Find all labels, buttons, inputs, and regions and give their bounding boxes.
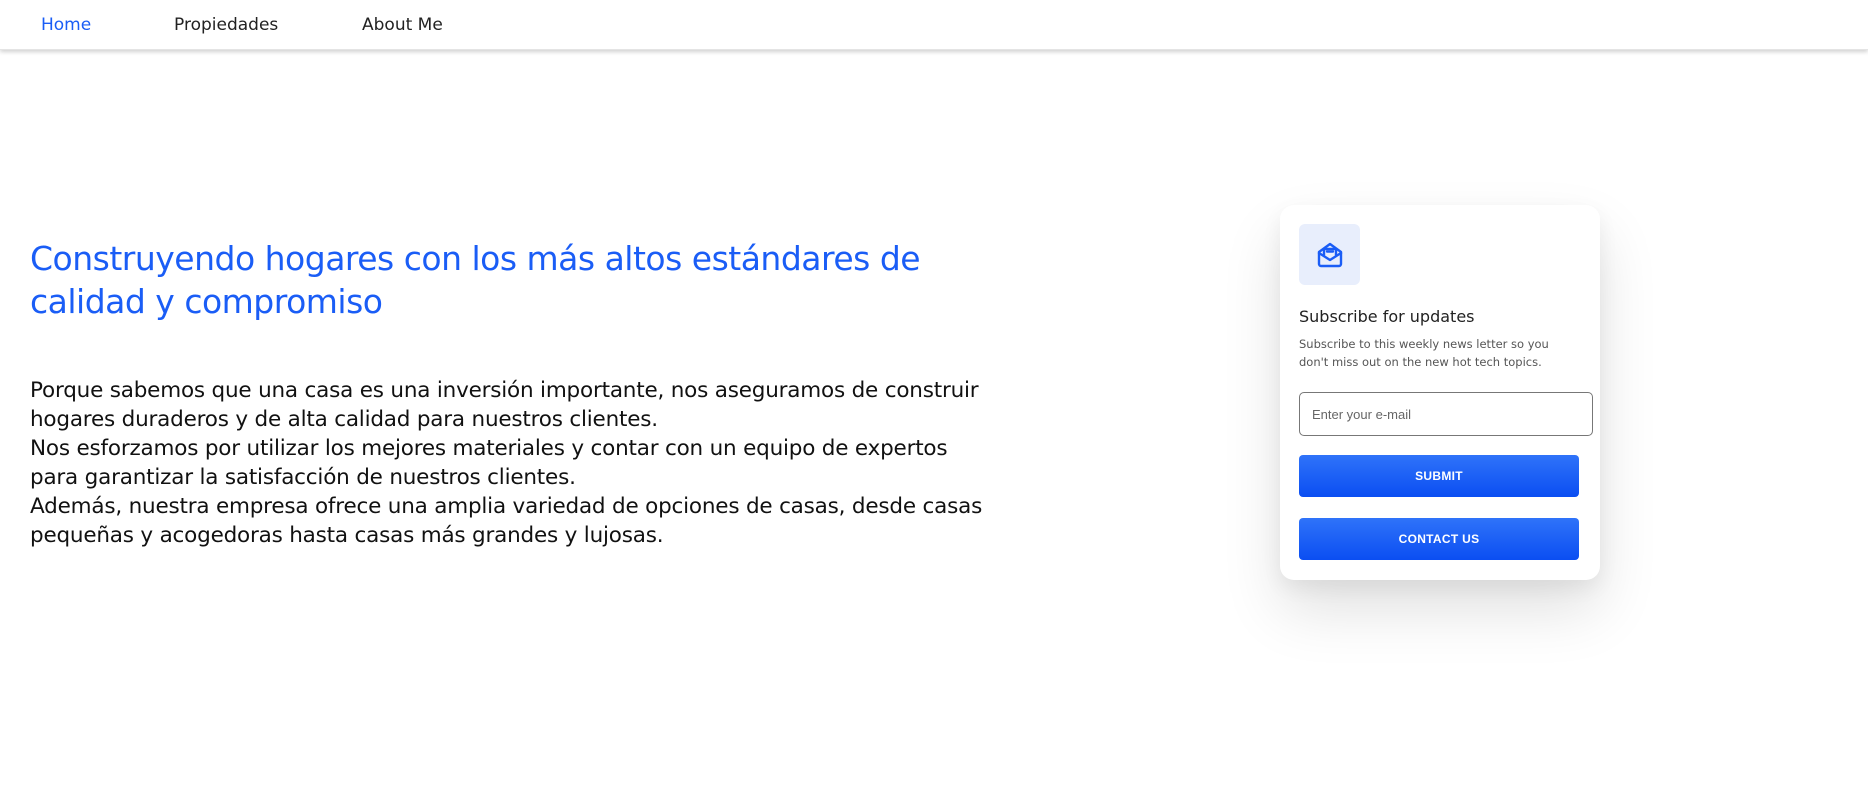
nav-propiedades-link[interactable]: Propiedades xyxy=(174,15,278,35)
email-input[interactable] xyxy=(1299,392,1593,436)
subscribe-description: Subscribe to this weekly news letter so … xyxy=(1299,337,1549,369)
hero-title: Construyendo hogares con los más altos e… xyxy=(30,239,921,321)
top-navbar: Home Propiedades About Me xyxy=(0,0,1868,50)
submit-button[interactable]: SUBMIT xyxy=(1299,455,1579,497)
hero-section: Construyendo hogares con los más altos e… xyxy=(30,237,990,550)
subscribe-title: Subscribe for updates xyxy=(1299,307,1475,326)
mail-icon-container xyxy=(1299,224,1360,285)
nav-about-me-link[interactable]: About Me xyxy=(362,15,443,35)
nav-home-link[interactable]: Home xyxy=(41,15,91,35)
hero-paragraph: Nos esforzamos por utilizar los mejores … xyxy=(30,436,948,490)
mail-open-icon xyxy=(1317,242,1342,267)
hero-paragraph: Porque sabemos que una casa es una inver… xyxy=(30,378,979,432)
hero-description: Porque sabemos que una casa es una inver… xyxy=(30,376,990,550)
contact-us-button[interactable]: CONTACT US xyxy=(1299,518,1579,560)
hero-paragraph: Además, nuestra empresa ofrece una ampli… xyxy=(30,494,983,548)
subscribe-card: Subscribe for updates Subscribe to this … xyxy=(1280,205,1600,580)
